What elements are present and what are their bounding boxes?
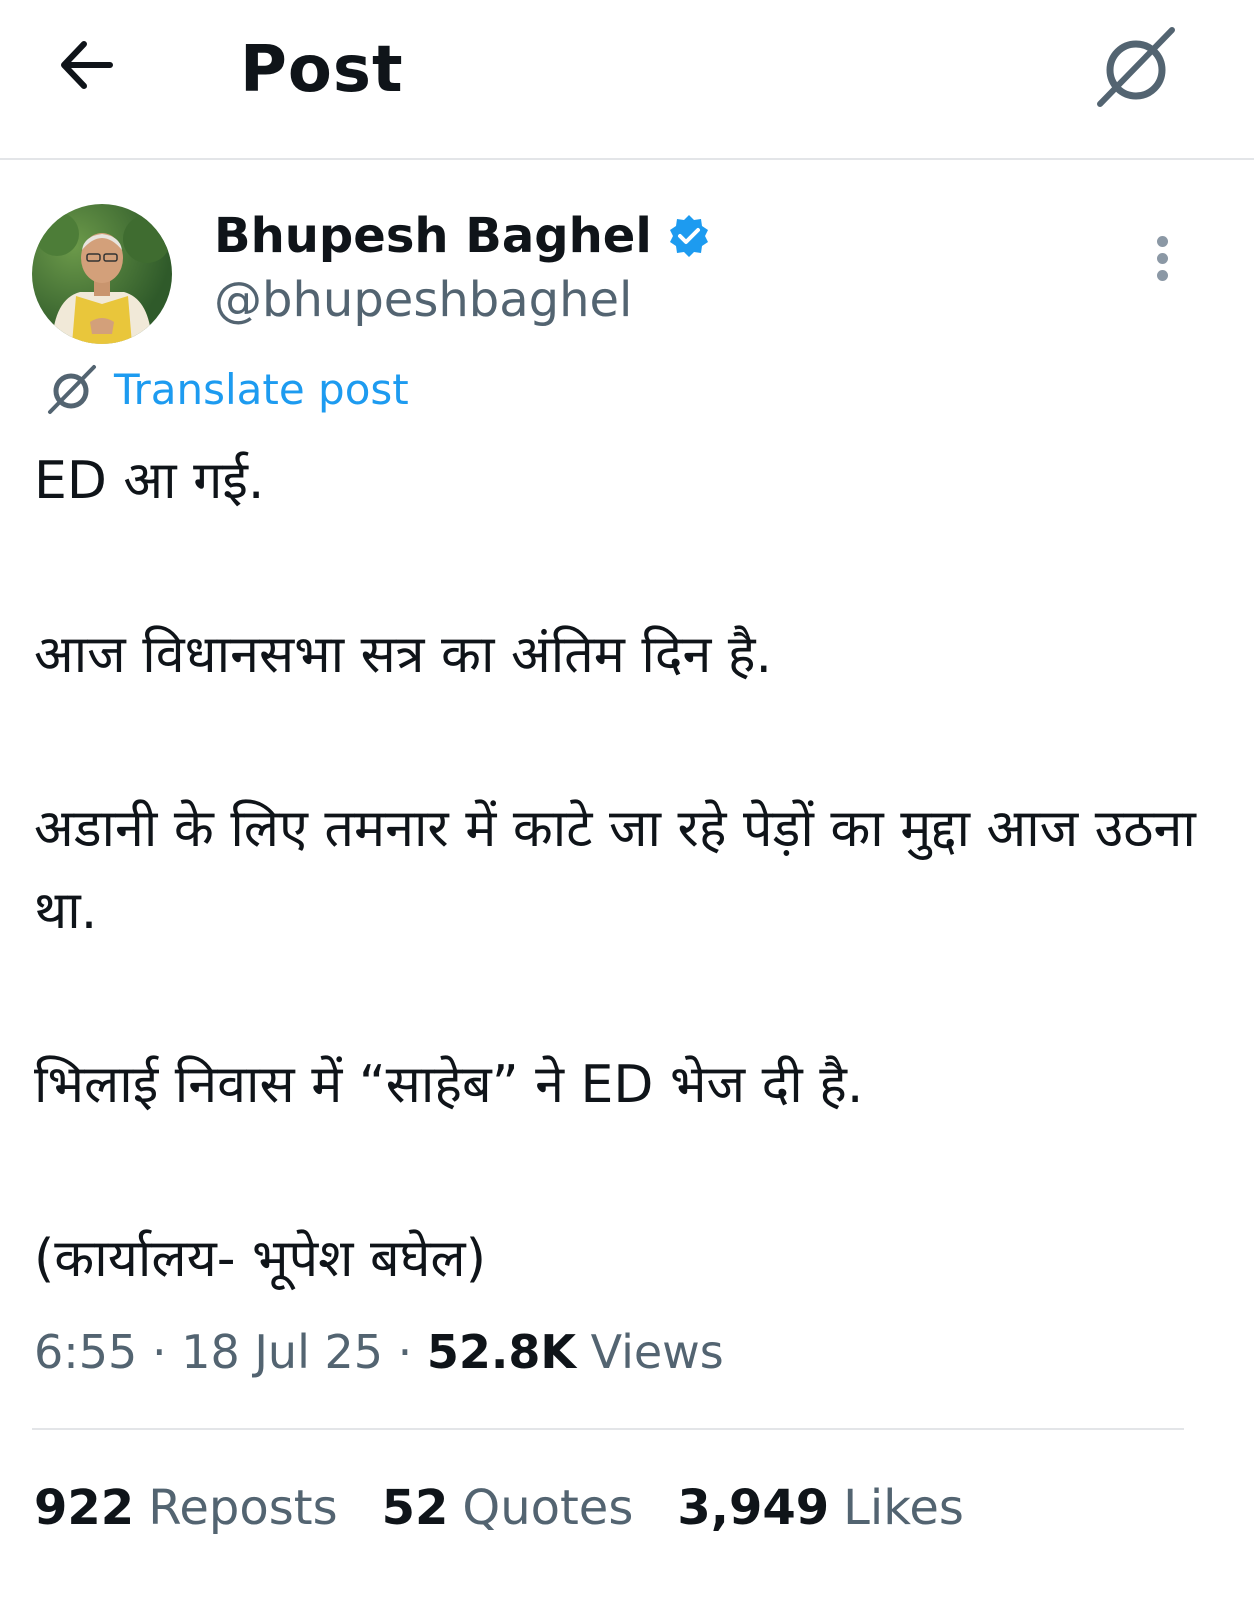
arrow-left-icon xyxy=(61,41,113,89)
quotes-label: Quotes xyxy=(462,1480,634,1536)
verified-badge-icon xyxy=(669,215,708,257)
post-paragraph: आज विधानसभा सत्र का अंतिम दिन है. xyxy=(34,625,773,685)
divider xyxy=(32,1428,1184,1430)
post-paragraph: अडानी के लिए तमनार में काटे जा रहे पेड़ो… xyxy=(34,799,1196,941)
post-text: ED आ गई. आज विधानसभा सत्र का अंतिम दिन ह… xyxy=(34,440,1204,1300)
more-dot-icon xyxy=(1156,270,1168,281)
more-dot-icon xyxy=(1156,253,1168,264)
views-label: Views xyxy=(590,1325,724,1379)
meta-separator: · xyxy=(151,1325,167,1379)
author-handle[interactable]: @bhupeshbaghel xyxy=(214,270,632,330)
quotes-stat[interactable]: 52 Quotes xyxy=(382,1476,634,1540)
post-paragraph: (कार्यालय- भूपेश बघेल) xyxy=(34,1229,486,1289)
post-date[interactable]: 18 Jul 25 xyxy=(181,1325,383,1379)
post-time[interactable]: 6:55 xyxy=(34,1325,137,1379)
translate-icon xyxy=(1097,27,1175,107)
more-dot-icon xyxy=(1156,236,1168,247)
translate-post-link[interactable]: Translate post xyxy=(44,360,409,420)
post-meta: 6:55 · 18 Jul 25 · 52.8K Views xyxy=(34,1320,724,1384)
profile-photo xyxy=(35,212,171,344)
translate-icon xyxy=(48,365,96,414)
likes-count: 3,949 xyxy=(677,1480,830,1536)
reposts-stat[interactable]: 922 Reposts xyxy=(34,1476,338,1540)
quotes-count: 52 xyxy=(381,1480,449,1536)
post-paragraph: भिलाई निवास में “साहेब” ने ED भेज दी है. xyxy=(34,1055,864,1115)
translate-button[interactable] xyxy=(1092,24,1182,114)
back-button[interactable] xyxy=(52,30,122,100)
post-paragraph: ED आ गई. xyxy=(34,451,265,511)
more-options-button[interactable] xyxy=(1150,236,1174,284)
page-title: Post xyxy=(240,33,404,107)
views-count: 52.8K xyxy=(426,1325,577,1379)
author-name[interactable]: Bhupesh Baghel xyxy=(214,206,712,266)
author-name-text: Bhupesh Baghel xyxy=(214,208,652,264)
likes-label: Likes xyxy=(843,1480,964,1536)
avatar[interactable] xyxy=(32,204,172,344)
translate-post-label: Translate post xyxy=(114,365,409,414)
meta-separator: · xyxy=(397,1325,413,1379)
reposts-label: Reposts xyxy=(148,1480,338,1536)
top-bar: Post xyxy=(0,0,1254,160)
reposts-count: 922 xyxy=(34,1480,135,1536)
engagement-stats: 922 Reposts 52 Quotes 3,949 Likes xyxy=(34,1476,964,1540)
likes-stat[interactable]: 3,949 Likes xyxy=(677,1476,964,1540)
